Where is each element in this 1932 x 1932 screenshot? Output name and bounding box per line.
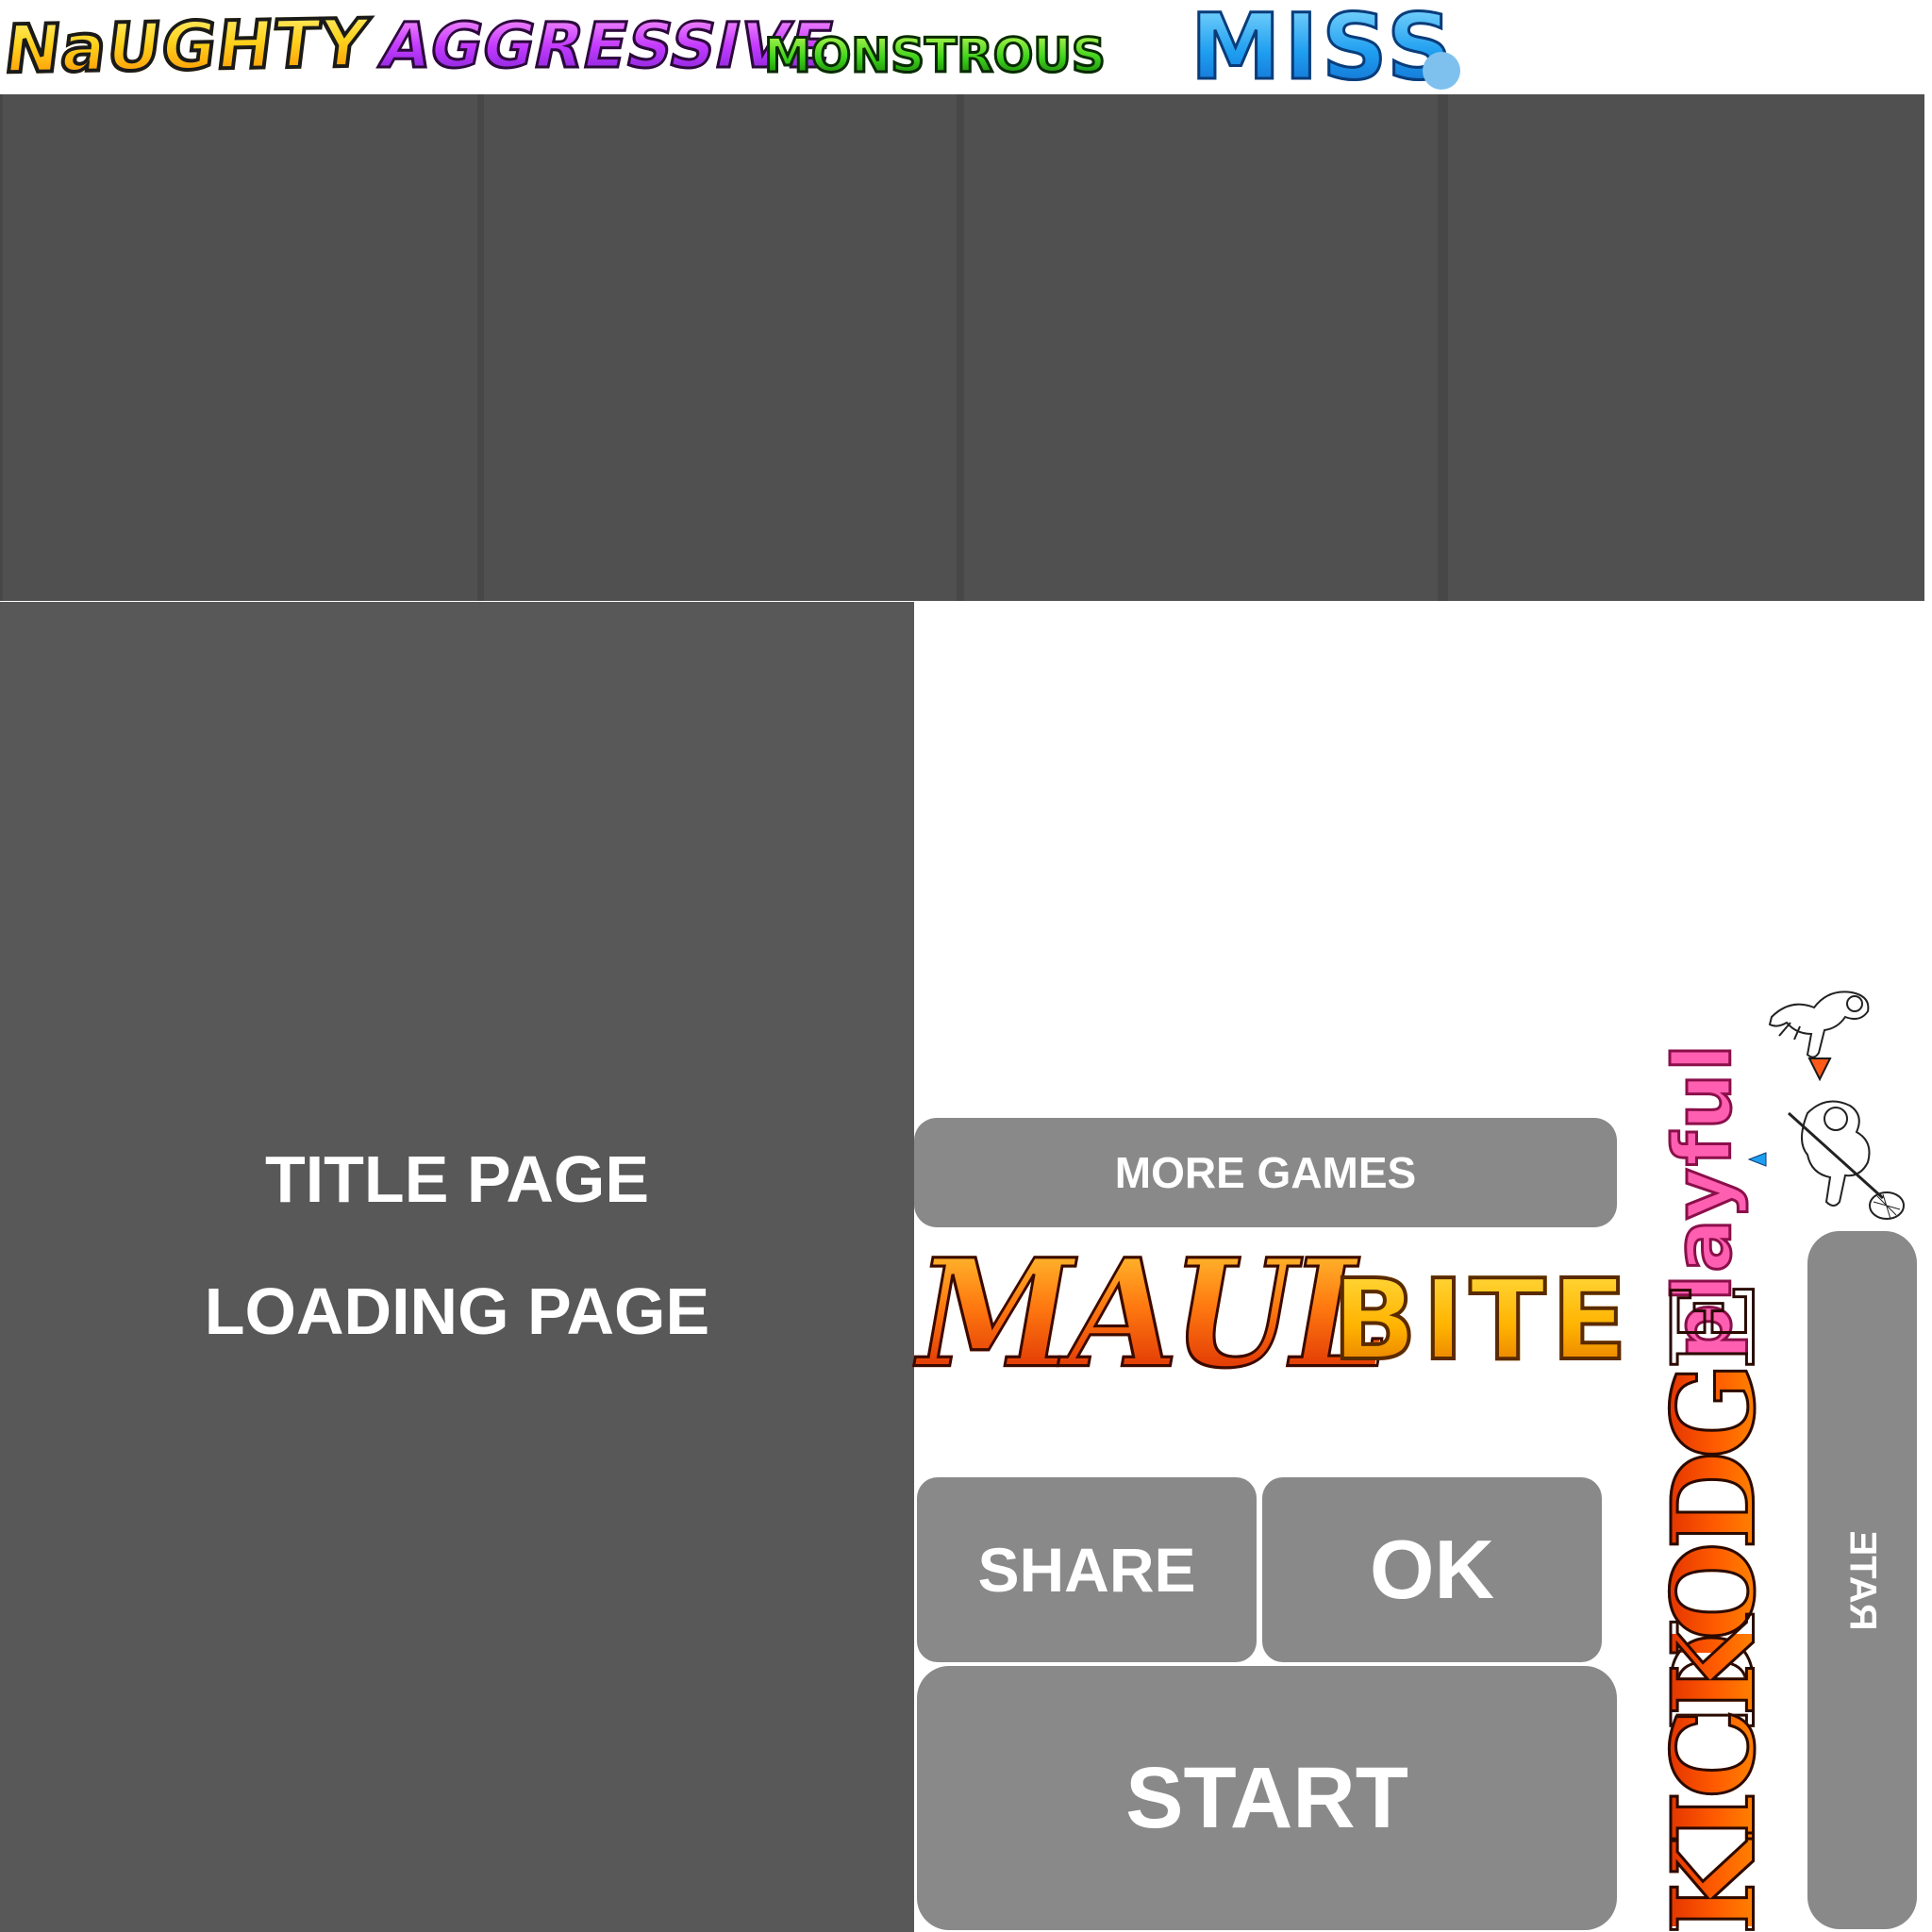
start-button[interactable]: START xyxy=(917,1666,1617,1930)
logo-word-miss: MISS xyxy=(1189,0,1456,102)
logo-dot xyxy=(1423,52,1460,90)
game-logo: NaUGHTY AGGRESSIVE MONSTROUS MISS xyxy=(0,0,1472,102)
more-games-button[interactable]: MORE GAMES xyxy=(914,1118,1617,1227)
girl-with-net-sprite xyxy=(1787,1100,1905,1220)
background-panel-4 xyxy=(1448,94,1924,601)
title-page-panel: TITLE PAGE LOADING PAGE xyxy=(0,602,914,1932)
bite-word-art: BITE xyxy=(1330,1253,1633,1387)
share-button[interactable]: SHARE xyxy=(917,1477,1257,1662)
kick-dodge-word-art: DODGE KICK xyxy=(1624,1290,1804,1932)
logo-word-monstrous: MONSTROUS xyxy=(763,27,1108,85)
sprite-sheet: NaUGHTY AGGRESSIVE MONSTROUS MISS TITLE … xyxy=(0,0,1932,1932)
maul-word-art: MAUL xyxy=(900,1225,1400,1403)
dodge-text: DODGE xyxy=(1624,1290,1804,1733)
rate-button-label: RATE xyxy=(1841,1530,1884,1630)
background-panel-1 xyxy=(3,94,477,601)
title-page-label: TITLE PAGE xyxy=(264,1142,650,1216)
kick-text: KICK xyxy=(1624,1624,1804,1932)
ok-button[interactable]: OK xyxy=(1262,1477,1602,1662)
red-arrow-marker-icon xyxy=(1807,1058,1832,1082)
loading-page-label: LOADING PAGE xyxy=(204,1274,710,1348)
background-panel-3 xyxy=(964,94,1438,601)
rate-button[interactable]: RATE xyxy=(1807,1231,1917,1929)
logo-word-naughty: NaUGHTY xyxy=(0,3,375,91)
background-panels xyxy=(0,94,1924,601)
blue-arrow-marker-icon xyxy=(1747,1152,1767,1167)
background-panel-2 xyxy=(484,94,957,601)
